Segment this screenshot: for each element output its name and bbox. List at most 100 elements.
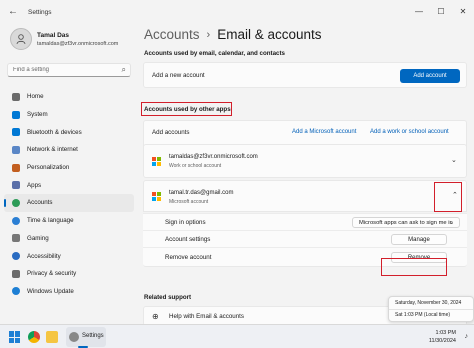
account-settings-row: Account settings Manage: [143, 230, 467, 247]
sidebar-item-windows-update[interactable]: Windows Update: [4, 283, 134, 301]
taskbar: Settings 1:03 PM 11/30/2024 ♪: [0, 324, 474, 348]
account-type: Work or school account: [169, 163, 222, 169]
section-heading-email: Accounts used by email, calendar, and co…: [144, 50, 285, 57]
chevron-down-icon[interactable]: ⌄: [451, 156, 457, 164]
sidebar-item-label: Bluetooth & devices: [27, 128, 82, 136]
user-name: Tamal Das: [37, 31, 70, 39]
breadcrumb-parent[interactable]: Accounts: [144, 27, 200, 42]
chevron-down-icon: ⌄: [448, 220, 454, 226]
file-explorer-icon[interactable]: [46, 331, 58, 343]
highlight-box-section: [141, 102, 232, 116]
add-new-account-label: Add a new account: [152, 72, 205, 79]
microsoft-logo-icon: [152, 157, 161, 166]
sidebar-item-label: Accessibility: [27, 252, 61, 260]
sidebar: Tamal Das tamaldas@zf3vr.onmicrosoft.com…: [0, 24, 136, 324]
sidebar-item-bluetooth[interactable]: Bluetooth & devices: [4, 123, 134, 141]
breadcrumb: Accounts › Email & accounts: [144, 27, 322, 42]
account-email: tamaldas@zf3vr.onmicrosoft.com: [169, 154, 258, 160]
minimize-button[interactable]: —: [408, 0, 430, 22]
page-title: Email & accounts: [217, 27, 322, 42]
microsoft-logo-icon: [152, 192, 161, 201]
sidebar-item-time-language[interactable]: Time & language: [4, 212, 134, 230]
sidebar-item-label: Gaming: [27, 234, 49, 242]
window-title: Settings: [28, 8, 52, 16]
globe-icon: ⊕: [152, 312, 159, 321]
system-icon: [12, 110, 20, 119]
sidebar-item-network[interactable]: Network & internet: [4, 141, 134, 159]
flyout-time: Sat 1:03 PM (Local time): [395, 312, 451, 318]
flyout-divider: [389, 309, 473, 310]
apps-icon: [12, 181, 20, 190]
signin-options-label: Sign in options: [165, 219, 206, 226]
account-email: tamal.tr.das@gmail.com: [169, 190, 234, 196]
notification-bell-icon[interactable]: ♪: [465, 333, 469, 340]
bluetooth-icon: [12, 128, 20, 137]
search-input[interactable]: [13, 67, 113, 73]
accessibility-icon: [12, 252, 20, 261]
home-icon: [12, 92, 20, 101]
nav-list: Home System Bluetooth & devices Network …: [4, 88, 134, 300]
settings-gear-icon: [69, 332, 79, 342]
person-icon: [16, 34, 26, 45]
start-windows-icon[interactable]: [9, 331, 21, 343]
sidebar-item-home[interactable]: Home: [4, 88, 134, 106]
window-controls: — ☐ ✕: [408, 0, 474, 22]
search-icon[interactable]: ⌕: [122, 65, 126, 75]
chrome-icon[interactable]: [28, 331, 40, 343]
search-box: ⌕: [7, 63, 131, 77]
account-type: Microsoft account: [169, 199, 209, 205]
network-icon: [12, 145, 20, 154]
breadcrumb-separator: ›: [206, 28, 211, 41]
sidebar-item-label: System: [27, 111, 48, 119]
sidebar-item-system[interactable]: System: [4, 106, 134, 124]
signin-options-row: Sign in options Microsoft apps can ask t…: [143, 213, 467, 230]
sidebar-item-accessibility[interactable]: Accessibility: [4, 247, 134, 265]
sidebar-item-gaming[interactable]: Gaming: [4, 230, 134, 248]
sidebar-item-label: Apps: [27, 181, 42, 189]
sidebar-item-accounts[interactable]: Accounts: [4, 194, 134, 212]
tray-date: 11/30/2024: [428, 338, 456, 344]
sidebar-item-privacy[interactable]: Privacy & security: [4, 265, 134, 283]
signin-options-dropdown[interactable]: Microsoft apps can ask to sign me in ⌄: [352, 217, 460, 228]
gaming-icon: [12, 234, 20, 243]
maximize-button[interactable]: ☐: [430, 0, 452, 22]
back-arrow-icon[interactable]: ←: [6, 5, 20, 19]
windows-update-icon: [12, 287, 20, 296]
help-item-label: Help with Email & accounts: [169, 313, 244, 320]
tray-time: 1:03 PM: [435, 330, 456, 336]
sidebar-item-label: Privacy & security: [27, 270, 77, 278]
highlight-box-chevron: [434, 182, 462, 212]
title-bar: ← Settings — ☐ ✕: [0, 0, 474, 24]
privacy-icon: [12, 269, 20, 278]
manage-button[interactable]: Manage: [391, 234, 447, 245]
highlight-box-remove: [381, 258, 447, 276]
avatar: [10, 28, 32, 50]
taskbar-settings-label: Settings: [82, 333, 104, 339]
sidebar-item-label: Personalization: [27, 164, 70, 172]
sidebar-item-apps[interactable]: Apps: [4, 176, 134, 194]
sidebar-item-label: Home: [27, 93, 44, 101]
sidebar-item-personalization[interactable]: Personalization: [4, 159, 134, 177]
add-account-button[interactable]: Add account: [400, 69, 460, 83]
close-button[interactable]: ✕: [452, 0, 474, 22]
add-work-school-account-link[interactable]: Add a work or school account: [370, 129, 449, 135]
accounts-icon: [12, 198, 20, 207]
add-accounts-label: Add accounts: [152, 129, 190, 136]
sidebar-item-label: Time & language: [27, 217, 74, 225]
sidebar-item-label: Network & internet: [27, 146, 78, 154]
user-profile[interactable]: Tamal Das tamaldas@zf3vr.onmicrosoft.com: [10, 28, 118, 50]
add-microsoft-account-link[interactable]: Add a Microsoft account: [292, 129, 356, 135]
signin-options-value: Microsoft apps can ask to sign me in: [359, 219, 453, 226]
remove-account-label: Remove account: [165, 254, 212, 261]
user-email: tamaldas@zf3vr.onmicrosoft.com: [37, 40, 119, 47]
sidebar-item-label: Accounts: [27, 199, 53, 207]
account-row-work[interactable]: tamaldas@zf3vr.onmicrosoft.com Work or s…: [143, 144, 467, 178]
calendar-flyout: Saturday, November 30, 2024 Sat 1:03 PM …: [388, 296, 474, 322]
personalization-icon: [12, 163, 20, 172]
section-heading-related: Related support: [144, 294, 192, 301]
add-new-account-card: Add a new account Add account: [143, 62, 467, 88]
time-language-icon: [12, 216, 20, 225]
account-row-microsoft[interactable]: tamal.tr.das@gmail.com Microsoft account…: [143, 180, 467, 212]
tray-clock[interactable]: 1:03 PM 11/30/2024: [429, 329, 456, 345]
flyout-date: Saturday, November 30, 2024: [395, 300, 462, 306]
